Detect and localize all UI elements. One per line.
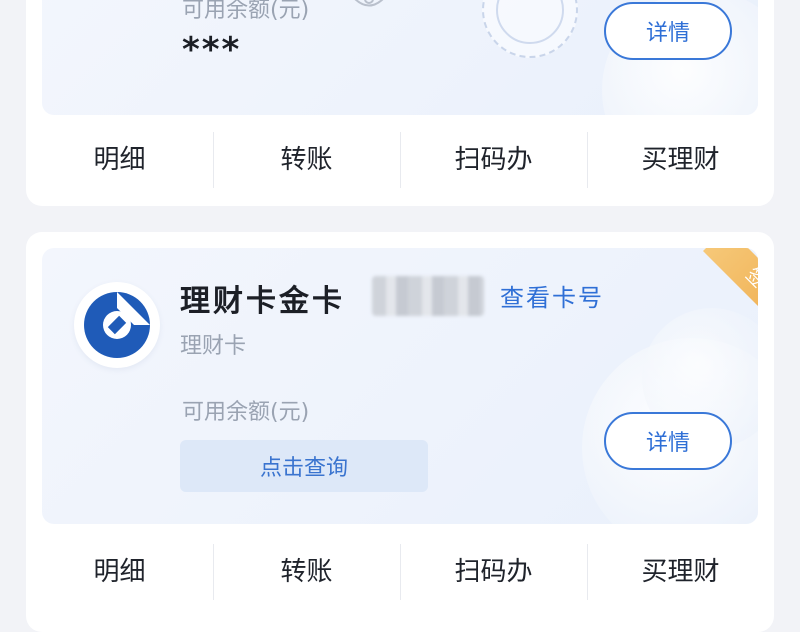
ccb-bank-logo-icon — [74, 282, 160, 368]
seal-stamp-icon — [482, 0, 578, 58]
account-card-2: 理财卡金卡 查看卡号 理财卡 可用余额(元) 点击查询 详情 签约 明细 转账 … — [26, 232, 774, 632]
balance-label: 可用余额(元) — [182, 0, 310, 23]
view-card-number-link[interactable]: 查看卡号 — [500, 278, 604, 313]
detail-button[interactable]: 详情 — [604, 412, 732, 470]
card-title: 理财卡金卡 — [180, 284, 345, 319]
masked-card-number — [372, 276, 484, 316]
card-1-action-bar: 明细 转账 扫码办 买理财 — [26, 116, 774, 204]
card-2-action-bar: 明细 转账 扫码办 买理财 — [26, 528, 774, 616]
card-1-panel: 可用余额(元) *** 详情 — [42, 0, 758, 115]
action-scan-code[interactable]: 扫码办 — [400, 528, 587, 616]
action-scan-code[interactable]: 扫码办 — [400, 116, 587, 204]
signed-tag-label: 签约 — [703, 248, 758, 343]
account-card-1: 可用余额(元) *** 详情 明细 转账 扫码办 买理财 — [26, 0, 774, 206]
action-transfer[interactable]: 转账 — [213, 528, 400, 616]
signed-tag: 签约 — [682, 248, 758, 356]
card-subtype: 理财卡 — [180, 334, 247, 359]
action-transfer[interactable]: 转账 — [213, 116, 400, 204]
action-buy-wealth[interactable]: 买理财 — [587, 528, 774, 616]
balance-value-hidden: *** — [182, 30, 242, 70]
eye-visibility-icon[interactable] — [352, 0, 386, 10]
detail-button[interactable]: 详情 — [604, 2, 732, 60]
action-buy-wealth[interactable]: 买理财 — [587, 116, 774, 204]
query-balance-button[interactable]: 点击查询 — [180, 440, 428, 492]
action-details[interactable]: 明细 — [26, 528, 213, 616]
action-details[interactable]: 明细 — [26, 116, 213, 204]
card-2-panel: 理财卡金卡 查看卡号 理财卡 可用余额(元) 点击查询 详情 签约 — [42, 248, 758, 524]
balance-label: 可用余额(元) — [182, 400, 310, 425]
